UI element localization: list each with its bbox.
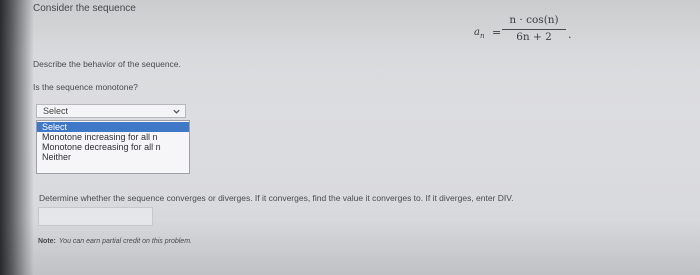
question-convergence: Determine whether the sequence converges…	[39, 193, 514, 203]
formula-denominator: 6n + 2	[516, 31, 552, 43]
option-monotone-increasing[interactable]: Monotone increasing for all n	[37, 132, 189, 142]
formula-numerator: n · cos(n)	[509, 14, 559, 26]
option-monotone-decreasing[interactable]: Monotone decreasing for all n	[37, 142, 189, 152]
problem-prompt: Consider the sequence	[33, 3, 136, 14]
note-label: Note:	[38, 238, 56, 245]
formula-period: .	[568, 28, 572, 41]
question-monotone: Is the sequence monotone?	[33, 82, 138, 92]
left-shadow-edge	[0, 0, 34, 275]
convergence-answer-input[interactable]	[38, 207, 153, 226]
monotone-select[interactable]: Select	[36, 104, 186, 118]
select-current-value: Select	[43, 106, 69, 116]
chevron-down-icon	[173, 109, 180, 114]
note-text: You can earn partial credit on this prob…	[58, 238, 192, 245]
formula-lhs: an	[474, 27, 485, 40]
monotone-dropdown-list: Select Monotone increasing for all n Mon…	[36, 120, 190, 174]
fraction-bar	[502, 29, 566, 30]
sequence-formula: an = n · cos(n) 6n + 2 .	[472, 12, 592, 46]
question-behavior: Describe the behavior of the sequence.	[33, 59, 181, 69]
partial-credit-note: Note: You can earn partial credit on this…	[38, 238, 192, 245]
formula-equals: =	[492, 26, 502, 39]
option-neither[interactable]: Neither	[37, 152, 189, 162]
option-select[interactable]: Select	[37, 122, 189, 132]
